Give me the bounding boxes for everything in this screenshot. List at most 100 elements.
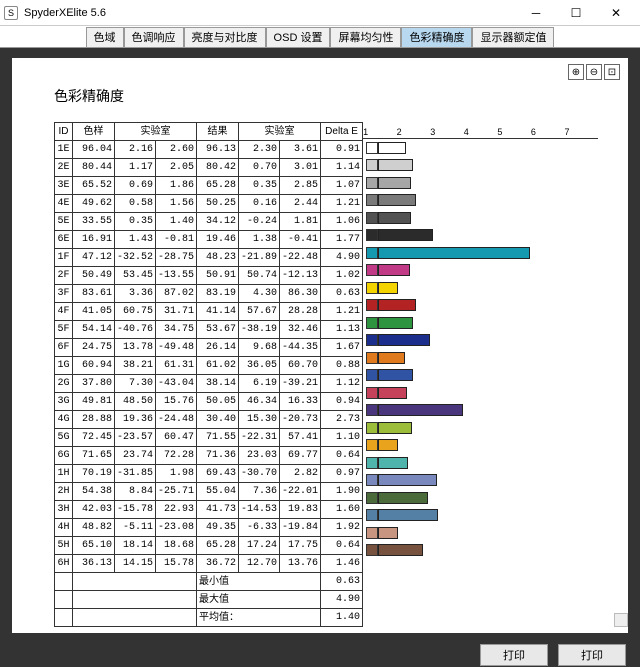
content-area: ⊕ ⊖ ⊡ 色彩精确度 ID 色样 实验室 结果 实验室 Delta E 1E9… (0, 48, 640, 643)
delta-e-bar (378, 474, 437, 486)
delta-e-bar (378, 299, 416, 311)
table-row: 6E16.911.43-0.8119.461.38-0.411.77 (55, 231, 363, 249)
tab-rated[interactable]: 显示器额定值 (472, 27, 554, 47)
maximize-button[interactable]: ☐ (556, 1, 596, 25)
delta-e-bar (378, 352, 405, 364)
color-swatch (366, 422, 378, 434)
color-swatch (366, 194, 378, 206)
chart-bar-row (363, 419, 598, 437)
chart-bar-row (363, 227, 598, 245)
tab-brightness[interactable]: 亮度与对比度 (184, 27, 266, 47)
close-button[interactable]: ✕ (596, 1, 636, 25)
color-swatch (366, 212, 378, 224)
chart-bar-row (363, 472, 598, 490)
table-row: 2F50.4953.45-13.5550.9150.74-12.131.02 (55, 267, 363, 285)
delta-e-bar (378, 264, 410, 276)
table-row: 4H48.82-5.11-23.0849.35-6.33-19.841.92 (55, 519, 363, 537)
chart-bar-row (363, 384, 598, 402)
chart-bar-row (363, 542, 598, 560)
delta-e-bar (378, 177, 411, 189)
color-swatch (366, 159, 378, 171)
chart-bar-row (363, 332, 598, 350)
color-swatch (366, 492, 378, 504)
delta-e-bar (378, 439, 398, 451)
chart-bar-row (363, 244, 598, 262)
tab-gamut[interactable]: 色域 (86, 27, 124, 47)
table-row: 4E49.620.581.5650.250.162.441.21 (55, 195, 363, 213)
chart-bar-row (363, 437, 598, 455)
table-row: 5G72.45-23.5760.4771.55-22.3157.411.10 (55, 429, 363, 447)
table-row: 3G49.8148.5015.7650.0546.3416.330.94 (55, 393, 363, 411)
tab-uniformity[interactable]: 屏幕均匀性 (330, 27, 401, 47)
delta-e-bar (378, 229, 433, 241)
table-row: 5E33.550.351.4034.12-0.241.811.06 (55, 213, 363, 231)
color-swatch (366, 334, 378, 346)
color-swatch (366, 439, 378, 451)
table-row: 3E65.520.691.8665.280.352.851.07 (55, 177, 363, 195)
delta-e-bar (378, 387, 407, 399)
chart-bar-row (363, 402, 598, 420)
zoom-in-button[interactable]: ⊕ (568, 64, 584, 80)
print-button-2[interactable]: 打印 (558, 644, 626, 666)
color-swatch (366, 544, 378, 556)
th-result: 结果 (197, 123, 239, 141)
color-swatch (366, 142, 378, 154)
table-row: 3F83.613.3687.0283.194.3086.300.63 (55, 285, 363, 303)
tabbar: 色域 色调响应 亮度与对比度 OSD 设置 屏幕均匀性 色彩精确度 显示器额定值 (0, 26, 640, 48)
th-id: ID (55, 123, 73, 141)
tab-tone[interactable]: 色调响应 (124, 27, 184, 47)
delta-e-bar (378, 317, 413, 329)
chart-bar-row (363, 314, 598, 332)
chart-bar-row (363, 174, 598, 192)
tab-osd[interactable]: OSD 设置 (266, 27, 331, 47)
zoom-out-button[interactable]: ⊖ (586, 64, 602, 80)
color-swatch (366, 387, 378, 399)
delta-e-bar (378, 159, 413, 171)
chart-bar-row (363, 349, 598, 367)
th-lab2: 实验室 (239, 123, 321, 141)
table-row: 6F24.7513.78-49.4826.149.68-44.351.67 (55, 339, 363, 357)
table-row: 6H36.1314.1515.7836.7212.7013.761.46 (55, 555, 363, 573)
delta-e-bar (378, 457, 408, 469)
color-swatch (366, 527, 378, 539)
footer: 打印 打印 (0, 643, 640, 667)
page-title: 色彩精确度 (54, 86, 598, 106)
tab-color-accuracy[interactable]: 色彩精确度 (401, 27, 472, 47)
summary-row: 最大值4.90 (55, 591, 363, 609)
delta-e-bar (378, 142, 406, 154)
delta-e-bar (378, 527, 398, 539)
minimize-button[interactable]: ─ (516, 1, 556, 25)
print-button-1[interactable]: 打印 (480, 644, 548, 666)
table-row: 2H54.388.84-25.7155.047.36-22.011.90 (55, 483, 363, 501)
scroll-indicator[interactable] (614, 613, 628, 627)
delta-e-bar (378, 369, 413, 381)
delta-e-bar (378, 509, 438, 521)
table-row: 2E80.441.172.0580.420.703.011.14 (55, 159, 363, 177)
table-row: 2G37.807.30-43.0438.146.19-39.211.12 (55, 375, 363, 393)
delta-e-bar (378, 247, 530, 259)
color-swatch (366, 317, 378, 329)
axis-tick: 1 (363, 127, 397, 137)
chart-bar-row (363, 262, 598, 280)
color-swatch (366, 247, 378, 259)
chart-bar-row (363, 297, 598, 315)
chart-bar-row (363, 367, 598, 385)
table-row: 1F47.12-32.52-28.7548.23-21.89-22.484.90 (55, 249, 363, 267)
zoom-fit-button[interactable]: ⊡ (604, 64, 620, 80)
delta-e-bar (378, 422, 412, 434)
th-delta: Delta E (321, 123, 363, 141)
delta-e-bar (378, 544, 423, 556)
color-swatch (366, 404, 378, 416)
delta-e-bar (378, 492, 428, 504)
color-swatch (366, 264, 378, 276)
chart-bar-row (363, 279, 598, 297)
axis-tick: 5 (497, 127, 531, 137)
window-title: SpyderXElite 5.6 (24, 7, 516, 19)
axis-tick: 7 (564, 127, 598, 137)
chart-bar-row (363, 139, 598, 157)
axis-tick: 2 (397, 127, 431, 137)
chart-bar-row (363, 157, 598, 175)
table-row: 6G71.6523.7472.2871.3623.0369.770.64 (55, 447, 363, 465)
chart-bar-row (363, 507, 598, 525)
color-swatch (366, 457, 378, 469)
